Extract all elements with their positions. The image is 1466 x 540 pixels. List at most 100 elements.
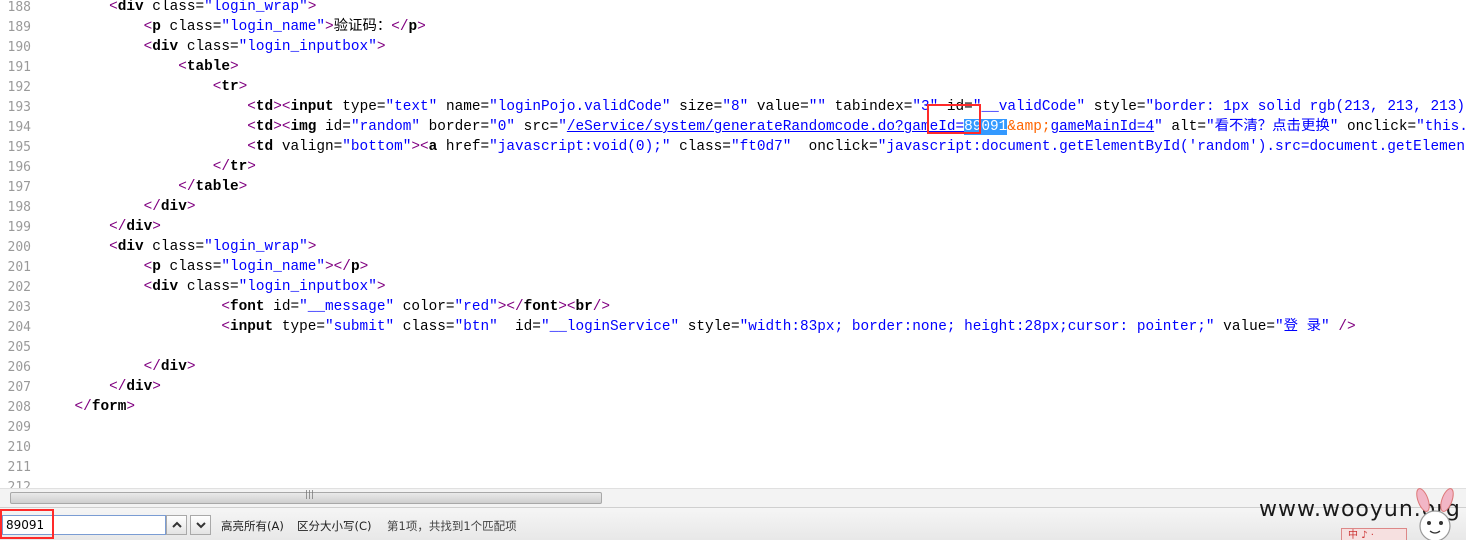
code-token: </ [74,399,92,415]
code-token: "登 录" [1275,319,1330,335]
code-line: 206 </div> [0,357,1466,377]
code-token: p [152,259,161,275]
code-token: id= [497,319,541,335]
scrollbar-thumb[interactable]: ||| [10,490,602,504]
code-token: onclick= [1338,119,1417,135]
line-number: 188 [7,0,31,15]
code-token: "__message" [299,299,395,315]
code-text: <table> [40,57,238,77]
code-token: div [160,199,187,215]
code-token: class= [178,39,239,55]
line-number: 190 [7,40,31,55]
code-line: 201 <p class="login_name"></p> [0,257,1466,277]
code-token: &amp; [1007,119,1051,135]
line-number: 197 [7,180,31,195]
code-text: <div class="login_wrap"> [40,237,316,257]
code-token: valign= [273,139,343,155]
code-token: id= [316,119,351,135]
code-token: "login_name" [221,259,326,275]
line-number: 209 [7,420,31,435]
code-token: < [109,0,118,15]
line-number: 192 [7,80,31,95]
code-token: < [247,139,256,155]
code-token: size= [670,99,723,115]
code-token: "border: 1px solid rgb(213, 213, 213); w… [1145,99,1466,115]
code-token: > [417,19,426,35]
code-token: "loginPojo.validCode" [489,99,671,115]
code-token: > [325,19,334,35]
code-token: "login_wrap" [204,239,308,255]
code-token: > [152,379,161,395]
code-token: div [117,239,144,255]
code-line: 195 <td valign="bottom"><a href="javascr… [0,137,1466,157]
code-line: 190 <div class="login_inputbox"> [0,37,1466,57]
line-number: 206 [7,360,31,375]
code-token: class= [143,0,205,15]
code-line: 194 <td><img id="random" border="0" src=… [0,117,1466,137]
code-token: ></ [325,259,351,275]
ime-toolbar[interactable]: 中 ♪ · [1341,528,1407,540]
code-token: "看不清？点击更换" [1205,119,1339,135]
code-line: 208 </form> [0,397,1466,417]
code-token: class= [178,279,239,295]
search-match-highlight: 89091 [964,119,1008,135]
code-token: onclick= [791,139,878,155]
code-token: /> [592,299,611,315]
highlight-all-toggle[interactable]: 高亮所有(A) [221,518,284,534]
code-token: p [350,259,360,275]
code-token: br [575,299,593,315]
code-token: "0" [489,119,516,135]
code-text: <div class="login_inputbox"> [40,37,386,57]
code-token: "text" [385,99,438,115]
code-line: 212 [0,477,1466,488]
line-number: 201 [7,260,31,275]
code-text: <div class="login_wrap"> [40,0,316,17]
code-token: "login_wrap" [204,0,308,15]
code-line: 207 </div> [0,377,1466,397]
code-token: "btn" [454,319,498,335]
find-previous-button[interactable] [166,515,187,535]
line-number: 189 [7,20,31,35]
code-token: td [255,139,274,155]
chevron-up-icon [171,521,182,528]
code-token: </ [391,19,409,35]
code-token: src= [515,119,559,135]
code-token: < [221,319,230,335]
code-token: font [230,299,265,315]
code-line: 202 <div class="login_inputbox"> [0,277,1466,297]
code-token: "__loginService" [540,319,680,335]
find-input[interactable] [2,515,166,535]
code-token: /eService/system/generateRandomcode.do?g… [566,119,965,135]
match-case-toggle[interactable]: 区分大小写(C) [297,518,372,534]
bunny-mascot-icon [1416,488,1454,540]
code-line: 209 [0,417,1466,437]
source-code-view[interactable]: 188 <div class="login_wrap"> 189 <p class… [0,0,1466,488]
chevron-down-icon [195,522,206,529]
code-token: input [290,99,334,115]
code-token: "8" [722,99,749,115]
code-token: class= [670,139,731,155]
code-token: form [91,399,127,415]
line-number: 212 [7,480,31,488]
code-text: <p class="login_name">验证码：</p> [40,17,426,37]
code-token: > [247,159,256,175]
code-token: < [178,59,187,75]
code-line: 191 <table> [0,57,1466,77]
find-next-button[interactable] [190,515,211,535]
code-token: </ [143,359,161,375]
horizontal-scrollbar[interactable]: ||| [0,488,1466,507]
code-token: < [143,19,153,35]
code-token: < [143,259,153,275]
code-text: <p class="login_name"></p> [40,257,369,277]
line-number: 203 [7,300,31,315]
code-token: div [126,379,153,395]
code-line: 204 <input type="submit" class="btn" id=… [0,317,1466,337]
